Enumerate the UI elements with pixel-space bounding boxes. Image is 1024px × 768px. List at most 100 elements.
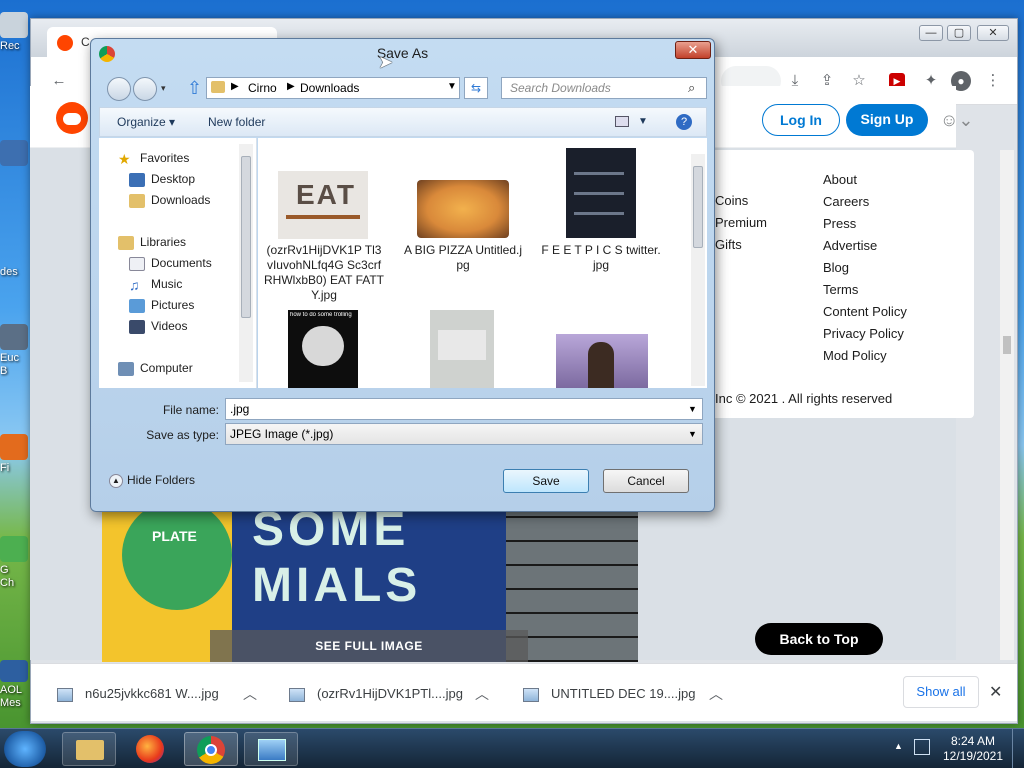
see-full-image-button[interactable]: SEE FULL IMAGE: [210, 630, 528, 662]
nav-pictures[interactable]: Pictures: [129, 295, 194, 315]
reddit-logo-icon[interactable]: [56, 102, 88, 134]
libraries-icon: [118, 235, 134, 250]
file-thumbnail[interactable]: [556, 334, 648, 388]
file-name-input[interactable]: .jpg ▼: [225, 398, 703, 420]
nav-label: Downloads: [151, 193, 211, 207]
file-thumbnail[interactable]: how to do some trolling: [288, 310, 358, 388]
minimize-icon[interactable]: —: [919, 25, 943, 41]
footer-link[interactable]: Coins: [715, 190, 767, 212]
file-thumbnail[interactable]: [417, 180, 509, 238]
file-scrollbar[interactable]: [691, 154, 705, 386]
menu-icon[interactable]: ⋮: [983, 71, 1003, 91]
chrome-taskbar-button[interactable]: [184, 732, 238, 766]
hide-folders-button[interactable]: ▲ Hide Folders: [109, 473, 195, 488]
cancel-button[interactable]: Cancel: [603, 469, 689, 493]
recent-locations-icon[interactable]: ▾: [161, 83, 166, 94]
user-dropdown-icon[interactable]: ☺⌄: [940, 110, 973, 131]
desktop-icon-g[interactable]: G Ch: [0, 536, 34, 590]
desktop-icon-label: Fi: [0, 462, 10, 474]
desktop-icon-recycle-bin[interactable]: Rec: [0, 12, 34, 53]
chevron-up-icon[interactable]: ︿: [709, 684, 723, 704]
desktop-icon-des[interactable]: des: [0, 266, 34, 279]
save-button[interactable]: Save: [503, 469, 589, 493]
search-downloads-input[interactable]: Search Downloads ⌕: [501, 77, 707, 99]
file-thumbnail[interactable]: EAT: [278, 171, 368, 239]
nav-favorites[interactable]: ★ Favorites: [118, 148, 189, 168]
save-as-dialog: Save As ✕ ▾ ⇧ ▶ Cirno ▶ Downloads ▼ ⇆ Se…: [90, 38, 715, 512]
dialog-close-button[interactable]: ✕: [675, 41, 711, 59]
help-icon[interactable]: ?: [676, 114, 692, 130]
firefox-taskbar-button[interactable]: [124, 732, 178, 766]
nav-label: Videos: [151, 319, 188, 333]
app-taskbar-button[interactable]: [244, 732, 298, 766]
back-to-top-button[interactable]: Back to Top: [755, 623, 883, 655]
new-folder-button[interactable]: New folder: [208, 108, 265, 136]
nav-desktop[interactable]: Desktop: [129, 169, 195, 189]
download-item[interactable]: n6u25jvkkc681 W....jpg: [57, 684, 219, 704]
show-hidden-icons-icon[interactable]: ▲: [894, 741, 903, 751]
file-thumbnail[interactable]: [430, 310, 494, 388]
footer-link[interactable]: About: [823, 169, 907, 191]
back-icon[interactable]: [107, 77, 131, 101]
save-as-type-select[interactable]: JPEG Image (*.jpg) ▼: [225, 423, 703, 445]
close-icon[interactable]: ✕: [977, 25, 1009, 41]
file-explorer-taskbar-button[interactable]: [62, 732, 116, 766]
nav-downloads[interactable]: Downloads: [129, 190, 210, 210]
footer-link[interactable]: Press: [823, 213, 907, 235]
nav-videos[interactable]: Videos: [129, 316, 187, 336]
chevron-up-icon[interactable]: ︿: [243, 684, 257, 704]
clock[interactable]: 8:24 AM 12/19/2021: [940, 734, 1006, 764]
login-button[interactable]: Log In: [762, 104, 840, 136]
footer-link[interactable]: Gifts: [715, 234, 767, 256]
thumbnail-text: EAT: [296, 179, 356, 210]
desktop-icon-fi[interactable]: Fi: [0, 434, 34, 475]
desktop-icon-aol[interactable]: AOL Mes: [0, 660, 34, 710]
footer-link[interactable]: Careers: [823, 191, 907, 213]
view-icon[interactable]: [615, 116, 629, 127]
file-name-label[interactable]: F E E T P I C S twitter.jpg: [541, 243, 661, 273]
footer-link[interactable]: Content Policy: [823, 301, 907, 323]
footer-link[interactable]: Terms: [823, 279, 907, 301]
file-thumbnail[interactable]: [566, 148, 636, 238]
breadcrumb-item[interactable]: Downloads: [300, 81, 359, 95]
breadcrumb-item[interactable]: Cirno: [248, 81, 277, 95]
file-name-label[interactable]: A BIG PIZZA Untitled.jpg: [403, 243, 523, 273]
nav-libraries[interactable]: Libraries: [118, 232, 186, 252]
download-item[interactable]: UNTITLED DEC 19....jpg: [523, 684, 696, 704]
footer-link[interactable]: Blog: [823, 257, 907, 279]
footer-link[interactable]: Mod Policy: [823, 345, 907, 367]
chevron-down-icon[interactable]: ▼: [688, 399, 697, 419]
dialog-title: Save As: [376, 45, 429, 61]
nav-music[interactable]: ♫ Music: [129, 274, 182, 294]
nav-documents[interactable]: Documents: [129, 253, 212, 273]
nav-scrollbar[interactable]: [239, 144, 253, 382]
maximize-icon[interactable]: ▢: [947, 25, 971, 41]
pictures-icon: [129, 298, 145, 313]
footer-link[interactable]: Privacy Policy: [823, 323, 907, 345]
download-item[interactable]: (ozrRv1HijDVK1PTl....jpg: [289, 684, 463, 704]
file-name-label[interactable]: (ozrRv1HijDVK1P Tl3vIuvohNLfq4G Sc3crfRH…: [264, 243, 384, 303]
chevron-down-icon[interactable]: ▼: [638, 108, 648, 136]
nav-computer[interactable]: Computer: [118, 358, 193, 378]
organize-button[interactable]: Organize ▾: [117, 108, 175, 136]
show-all-button[interactable]: Show all: [903, 676, 979, 708]
page-scrollbar[interactable]: [1000, 150, 1014, 660]
forward-icon[interactable]: [133, 77, 157, 101]
footer-link[interactable]: Premium: [715, 212, 767, 234]
footer-link[interactable]: Advertise: [823, 235, 907, 257]
up-arrow-icon[interactable]: ⇧: [187, 78, 202, 99]
address-bar[interactable]: ▶ Cirno ▶ Downloads ▼: [206, 77, 460, 99]
signup-button[interactable]: Sign Up: [846, 104, 928, 136]
desktop-icon-euc[interactable]: Euc B: [0, 324, 34, 378]
show-desktop-button[interactable]: [1012, 729, 1024, 768]
refresh-icon[interactable]: ⇆: [464, 77, 488, 99]
desktop-icon-desktop[interactable]: [0, 140, 34, 168]
chevron-down-icon[interactable]: ▼: [447, 81, 457, 92]
nav-label: Documents: [151, 256, 212, 270]
desktop-icon-label: B: [0, 365, 8, 377]
close-icon[interactable]: ✕: [989, 682, 1002, 702]
chevron-down-icon[interactable]: ▼: [688, 424, 697, 444]
chevron-up-icon[interactable]: ︿: [475, 684, 489, 704]
network-icon[interactable]: [914, 739, 930, 755]
start-button[interactable]: [4, 731, 46, 767]
